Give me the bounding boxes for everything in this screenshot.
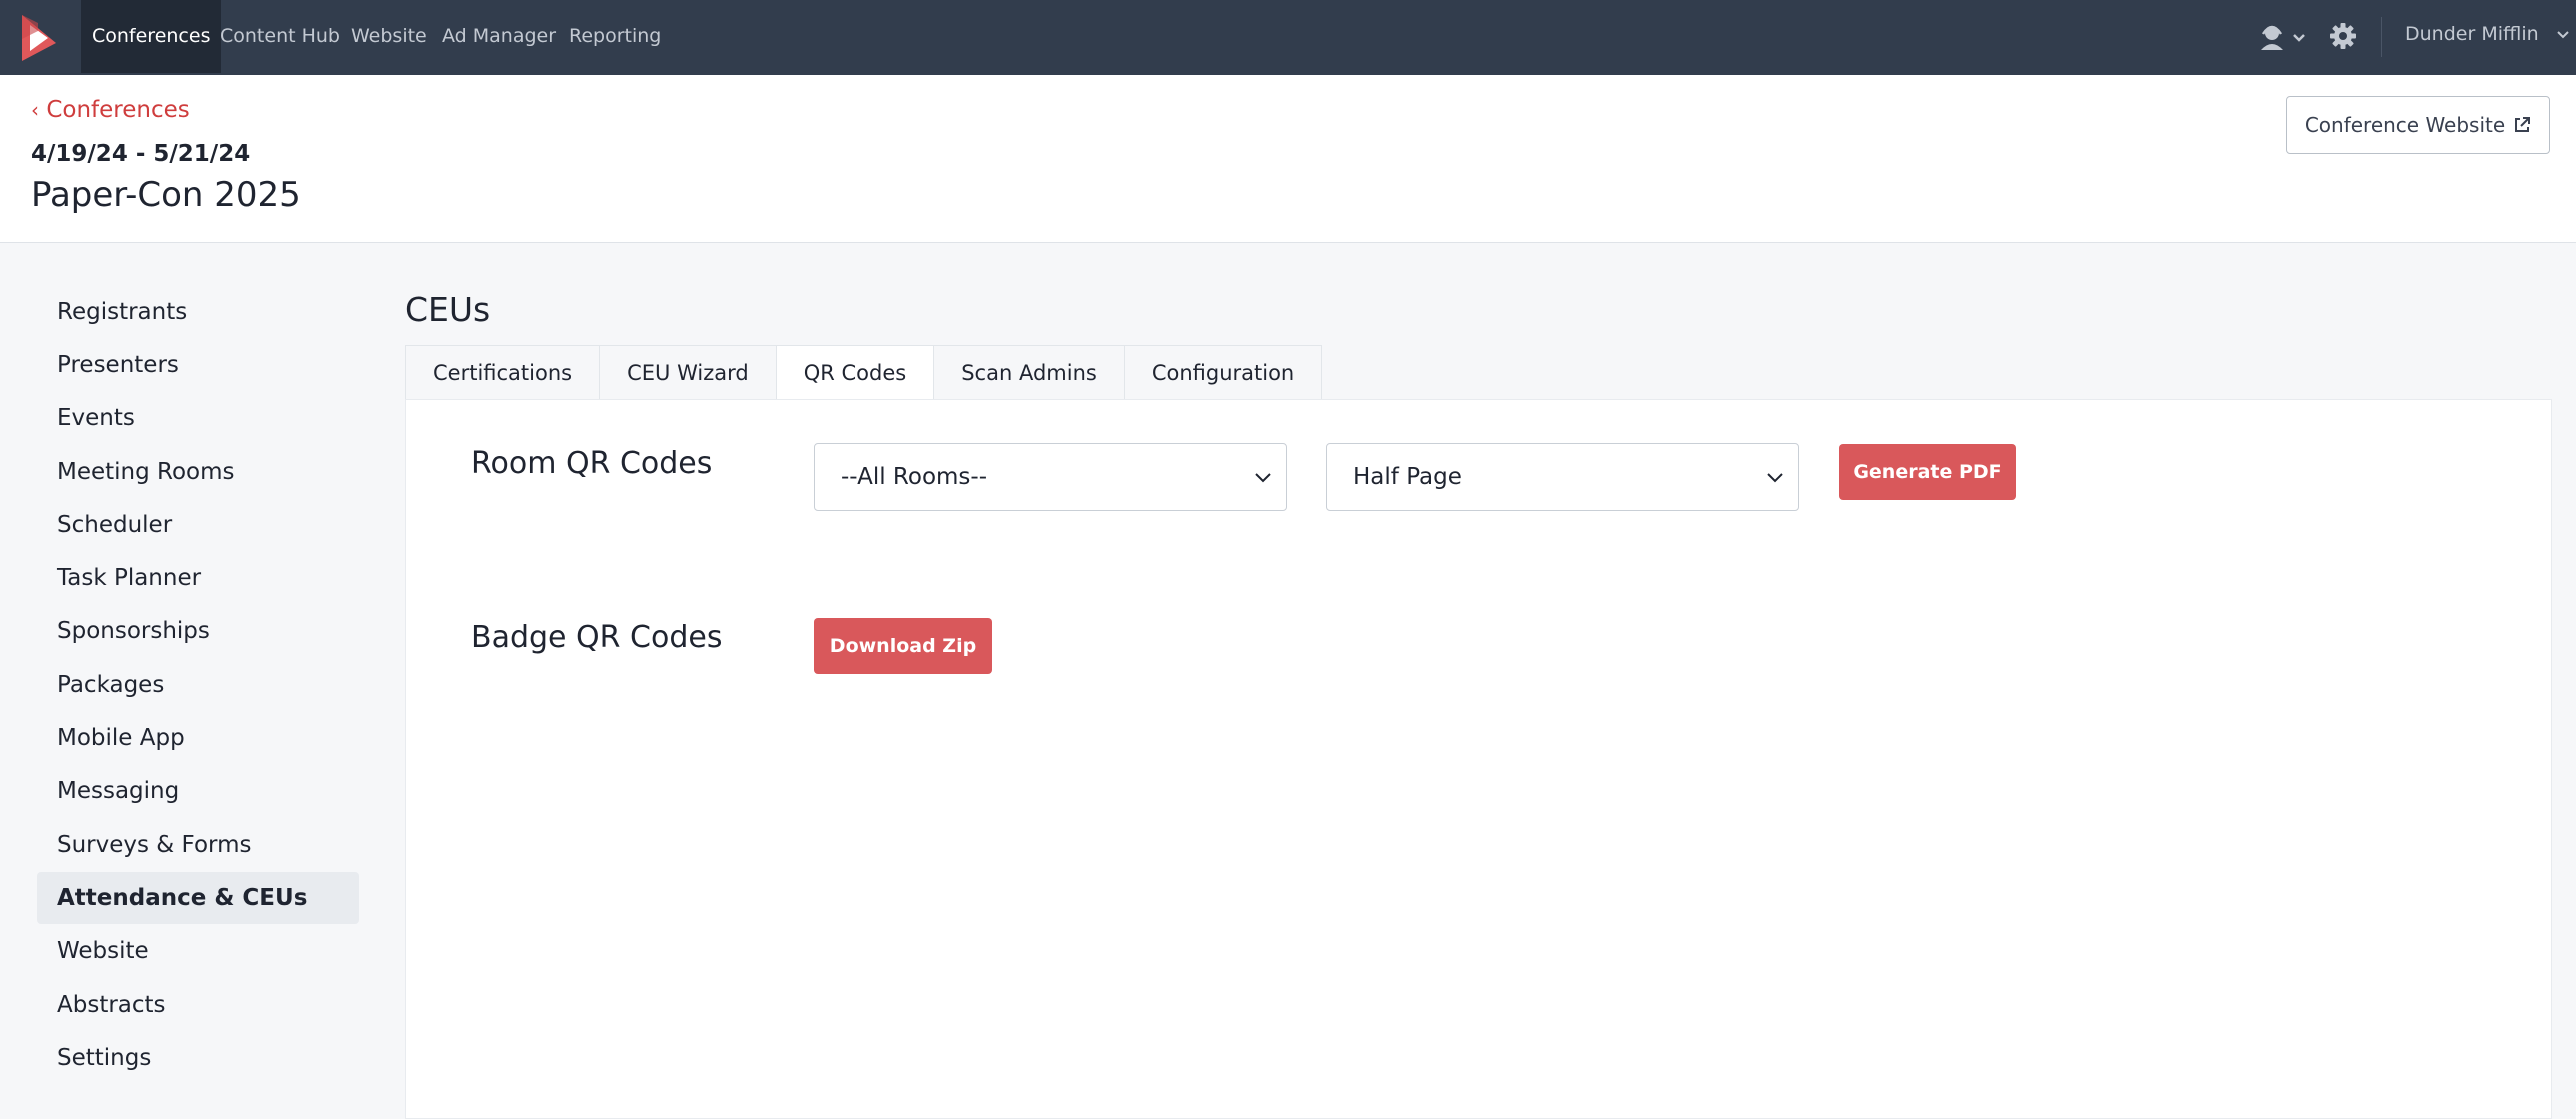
chevron-left-icon: ‹: [31, 98, 39, 122]
account-menu[interactable]: Dunder Mifflin: [2405, 23, 2571, 45]
sidebar-item-packages[interactable]: Packages: [37, 659, 359, 711]
conference-header: ‹ Conferences 4/19/24 - 5/21/24 Paper-Co…: [0, 75, 2576, 243]
sidebar-item-meeting-rooms[interactable]: Meeting Rooms: [37, 446, 359, 498]
sidebar-item-registrants[interactable]: Registrants: [37, 286, 359, 338]
room-select[interactable]: --All Rooms--: [814, 443, 1287, 511]
tab-configuration[interactable]: Configuration: [1123, 345, 1323, 400]
nav-conferences[interactable]: Conferences: [81, 0, 222, 73]
room-select-value: --All Rooms--: [841, 464, 987, 490]
sidebar-item-messaging[interactable]: Messaging: [37, 765, 359, 817]
ceu-tabs: Certifications CEU Wizard QR Codes Scan …: [405, 345, 1323, 400]
section-title: CEUs: [405, 290, 491, 329]
sidebar-item-mobile-app[interactable]: Mobile App: [37, 712, 359, 764]
download-zip-button[interactable]: Download Zip: [814, 618, 992, 674]
conference-website-button[interactable]: Conference Website: [2286, 96, 2550, 154]
sidebar-item-scheduler[interactable]: Scheduler: [37, 499, 359, 551]
sidebar-item-settings[interactable]: Settings: [37, 1032, 359, 1084]
generate-pdf-button[interactable]: Generate PDF: [1839, 444, 2016, 500]
sidebar-item-attendance-ceus[interactable]: Attendance & CEUs: [37, 872, 359, 924]
chevron-down-icon: [1255, 473, 1271, 483]
nav-reporting[interactable]: Reporting: [558, 0, 672, 73]
conference-dates: 4/19/24 - 5/21/24: [31, 141, 251, 167]
page-size-select-value: Half Page: [1353, 464, 1462, 490]
support-menu[interactable]: [2259, 22, 2309, 56]
nav-content-hub[interactable]: Content Hub: [209, 0, 351, 73]
page-title: Paper-Con 2025: [31, 175, 301, 215]
tab-ceu-wizard[interactable]: CEU Wizard: [599, 345, 777, 400]
tab-scan-admins[interactable]: Scan Admins: [933, 345, 1125, 400]
logo-icon[interactable]: [16, 11, 62, 65]
chevron-down-icon: [2293, 34, 2305, 42]
sidebar-item-surveys-forms[interactable]: Surveys & Forms: [37, 819, 359, 871]
conference-website-label: Conference Website: [2304, 113, 2506, 137]
sidebar-item-abstracts[interactable]: Abstracts: [37, 979, 359, 1031]
sidebar-item-events[interactable]: Events: [37, 392, 359, 444]
tab-qr-codes[interactable]: QR Codes: [775, 345, 935, 400]
nav-divider: [2381, 17, 2382, 57]
sidebar-item-sponsorships[interactable]: Sponsorships: [37, 605, 359, 657]
external-link-icon: [2515, 117, 2531, 132]
chevron-down-icon: [1767, 473, 1783, 483]
room-qr-codes-label: Room QR Codes: [471, 446, 713, 481]
top-navbar: Conferences Content Hub Website Ad Manag…: [0, 0, 2576, 75]
tab-certifications[interactable]: Certifications: [405, 345, 601, 400]
sidebar-item-presenters[interactable]: Presenters: [37, 339, 359, 391]
back-link-label: Conferences: [46, 97, 190, 123]
nav-ad-manager[interactable]: Ad Manager: [431, 0, 567, 73]
page-size-select[interactable]: Half Page: [1326, 443, 1799, 511]
account-name: Dunder Mifflin: [2405, 23, 2539, 45]
user-headset-icon: [2261, 25, 2305, 50]
settings-button[interactable]: [2329, 22, 2357, 54]
chevron-down-icon: [2557, 31, 2569, 39]
back-to-conferences-link[interactable]: ‹ Conferences: [31, 97, 190, 123]
nav-website[interactable]: Website: [340, 0, 438, 73]
sidebar-item-website[interactable]: Website: [37, 925, 359, 977]
gear-icon: [2330, 23, 2356, 49]
badge-qr-codes-label: Badge QR Codes: [471, 620, 723, 655]
sidebar-item-task-planner[interactable]: Task Planner: [37, 552, 359, 604]
